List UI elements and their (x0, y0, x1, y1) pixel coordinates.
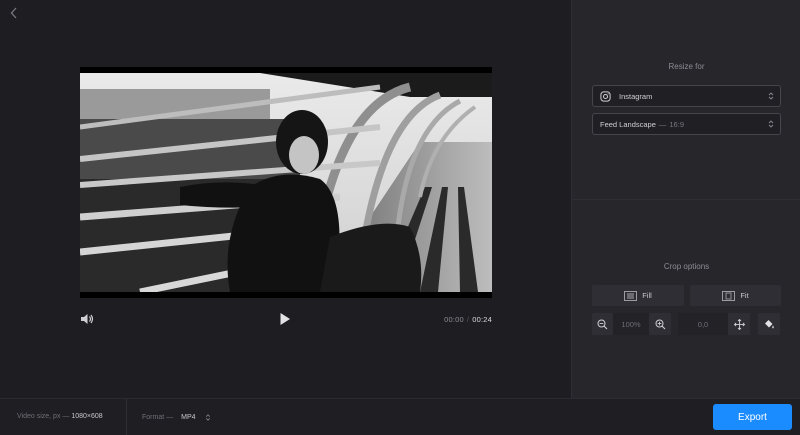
video-size: Video size, px — 1080×608 (17, 413, 103, 420)
volume-button[interactable] (80, 312, 94, 326)
play-button[interactable] (279, 312, 293, 328)
fill-label: Fill (642, 291, 652, 300)
speaker-icon (81, 314, 94, 324)
format-select[interactable]: Format — MP4 (142, 413, 211, 422)
export-button[interactable]: Export (713, 404, 792, 430)
crop-title: Crop options (663, 262, 710, 271)
zoom-value[interactable]: 100% (613, 313, 649, 335)
bottom-divider (126, 399, 127, 435)
editor-area: 00:00/00:24 (0, 0, 571, 398)
resize-title: Resize for (668, 62, 705, 71)
select-caret-icon (768, 120, 774, 128)
platform-value: Instagram (619, 91, 653, 101)
preset-select[interactable]: Feed Landscape — 16:9 (592, 113, 781, 135)
play-icon (280, 313, 290, 325)
format-value: MP4 (181, 414, 196, 421)
duration: 00:24 (472, 315, 492, 324)
fit-icon (722, 290, 736, 301)
video-size-value: 1080×608 (71, 413, 103, 420)
instagram-icon (600, 90, 611, 102)
zoom-out-button[interactable] (592, 313, 613, 335)
preset-value: Feed Landscape (600, 119, 656, 129)
video-frame (80, 67, 492, 298)
panel-divider (572, 199, 800, 200)
time-separator: / (466, 315, 470, 324)
video-preview[interactable] (80, 67, 492, 298)
fill-color-button[interactable] (758, 313, 780, 335)
video-size-label: Video size, px — (17, 413, 70, 420)
paint-bucket-icon (765, 320, 774, 329)
fit-button[interactable]: Fit (690, 285, 781, 306)
move-button[interactable] (728, 313, 750, 335)
fit-label: Fit (740, 291, 749, 300)
bottom-bar: Video size, px — 1080×608 Format — MP4 E… (0, 398, 800, 435)
fill-icon (624, 290, 638, 301)
back-button[interactable] (6, 5, 22, 21)
platform-select[interactable]: Instagram (592, 85, 781, 107)
select-caret-icon (205, 414, 210, 421)
settings-panel: Resize for Instagram Feed Landscape — 16… (571, 0, 800, 398)
chevron-left-icon (10, 7, 17, 19)
zoom-in-icon (655, 319, 665, 329)
move-icon (733, 318, 745, 330)
preset-separator: — (658, 119, 667, 129)
position-value[interactable]: 0,0 (678, 313, 728, 335)
zoom-out-icon (597, 319, 608, 329)
fill-button[interactable]: Fill (592, 285, 684, 306)
player-controls: 00:00/00:24 (80, 310, 492, 330)
zoom-in-button[interactable] (649, 313, 671, 335)
preset-ratio: 16:9 (669, 119, 684, 129)
time-display: 00:00/00:24 (444, 315, 492, 324)
select-caret-icon (768, 92, 774, 100)
current-time: 00:00 (444, 315, 464, 324)
format-label: Format — (142, 414, 174, 421)
